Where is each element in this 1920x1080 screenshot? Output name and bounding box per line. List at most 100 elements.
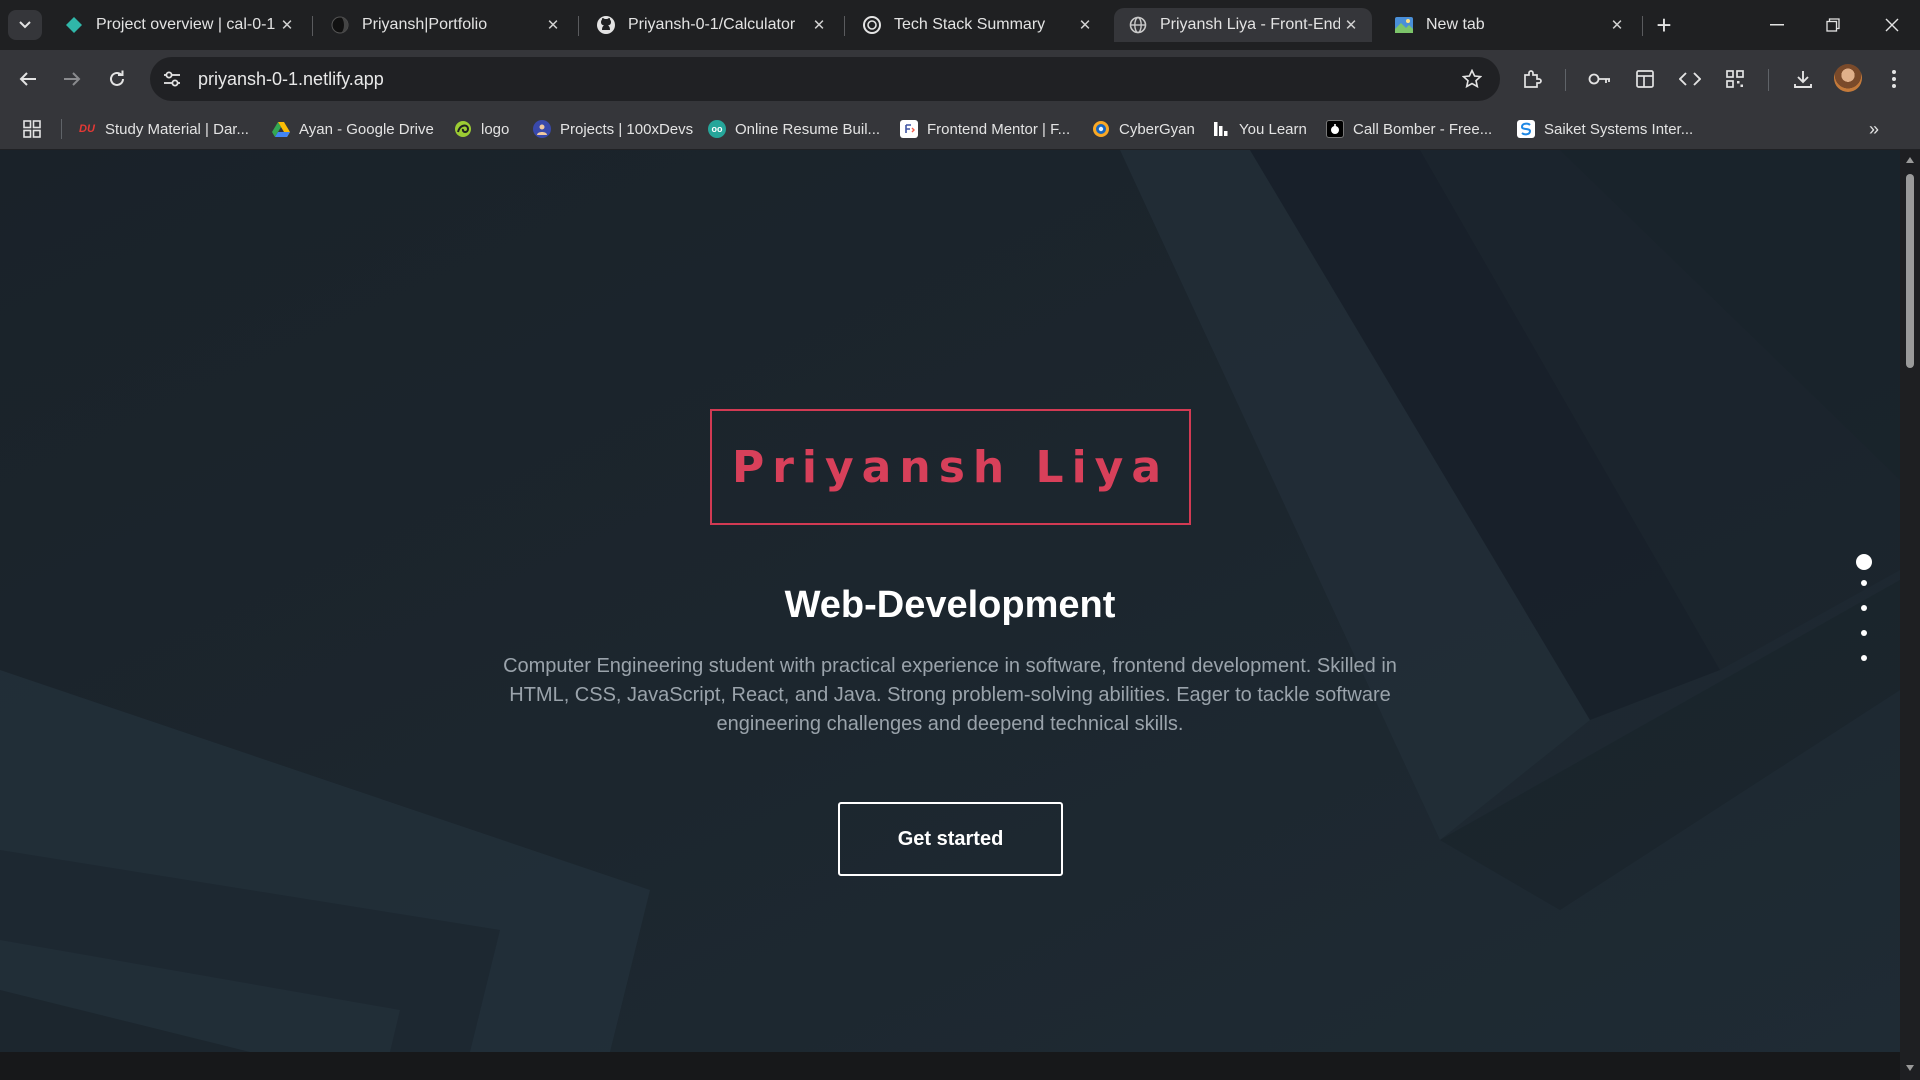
bookmarks-divider: [61, 119, 62, 139]
dark-circle-icon: [330, 15, 350, 35]
tab-new-tab[interactable]: New tab ✕: [1380, 8, 1638, 42]
new-tab-button[interactable]: +: [1650, 10, 1678, 40]
call-bomber-icon: [1326, 120, 1344, 138]
tab-title: Priyansh Liya - Front-End &: [1160, 16, 1340, 33]
tab-title: Priyansh|Portfolio: [362, 16, 488, 33]
openai-icon: [862, 15, 882, 35]
extensions-icon[interactable]: [1516, 63, 1548, 95]
tab-divider: [1642, 16, 1643, 36]
minimize-icon: [1770, 24, 1784, 26]
close-tab-icon[interactable]: ✕: [542, 14, 564, 36]
restore-button[interactable]: [1805, 0, 1861, 50]
you-learn-icon: [1212, 120, 1230, 138]
frontend-mentor-icon: [900, 120, 918, 138]
netlify-diamond-icon: [64, 15, 84, 35]
bookmark-label: Ayan - Google Drive: [299, 120, 434, 138]
du-icon: DU: [79, 123, 95, 135]
site-info-icon[interactable]: [154, 61, 190, 97]
hero-name-frame: Priyansh Liya: [710, 409, 1191, 525]
bookmark-study-material[interactable]: DU Study Material | Dar...: [78, 114, 249, 144]
arrow-right-icon: [64, 72, 81, 86]
arrow-left-icon: [19, 72, 36, 86]
hero-role-heading: Web-Development: [784, 584, 1116, 626]
bookmark-frontend-mentor[interactable]: Frontend Mentor | F...: [900, 114, 1070, 144]
minimize-button[interactable]: [1749, 0, 1805, 50]
get-started-button[interactable]: Get started: [838, 802, 1063, 876]
scroll-up-arrow-icon[interactable]: [1904, 154, 1916, 166]
tab-title: Priyansh-0-1/Calculator: [628, 16, 796, 33]
back-button[interactable]: [12, 63, 44, 95]
bookmark-label: Call Bomber - Free...: [1353, 120, 1493, 138]
bookmark-logo[interactable]: logo: [454, 114, 509, 144]
bookmark-label: Saiket Systems Inter...: [1544, 120, 1694, 138]
code-icon[interactable]: [1674, 63, 1706, 95]
forward-button[interactable]: [56, 63, 88, 95]
download-icon[interactable]: [1787, 63, 1819, 95]
section-dot-5[interactable]: [1861, 655, 1867, 661]
bookmark-call-bomber[interactable]: Call Bomber - Free...: [1326, 114, 1492, 144]
tab-portfolio[interactable]: Priyansh|Portfolio ✕: [316, 8, 574, 42]
bookmark-star-icon[interactable]: [1454, 61, 1490, 97]
restore-icon: [1826, 18, 1840, 32]
address-bar[interactable]: priyansh-0-1.netlify.app: [150, 57, 1500, 101]
bookmark-google-drive[interactable]: Ayan - Google Drive: [272, 114, 434, 144]
section-dot-3[interactable]: [1861, 605, 1867, 611]
close-tab-icon[interactable]: ✕: [1074, 14, 1096, 36]
browser-toolbar: priyansh-0-1.netlify.app: [0, 50, 1920, 108]
saiket-icon: [1517, 120, 1535, 138]
bookmark-100xdevs[interactable]: Projects | 100xDevs: [533, 114, 693, 144]
password-key-icon[interactable]: [1584, 63, 1616, 95]
close-tab-icon[interactable]: ✕: [1606, 14, 1628, 36]
section-dot-1[interactable]: [1856, 554, 1872, 570]
close-icon: [1885, 18, 1899, 32]
bookmark-you-learn[interactable]: You Learn: [1212, 114, 1307, 144]
tab-project-overview[interactable]: Project overview | cal-0-1 | ✕: [50, 8, 308, 42]
profile-avatar[interactable]: [1834, 64, 1862, 92]
scrollbar-thumb[interactable]: [1906, 174, 1914, 368]
github-icon: [596, 15, 616, 35]
globe-icon: [1128, 15, 1148, 35]
bookmark-label: Study Material | Dar...: [105, 120, 249, 138]
page-viewport: Priyansh Liya Web-Development Computer E…: [0, 150, 1900, 1052]
tab-priyansh-liya[interactable]: Priyansh Liya - Front-End & ✕: [1114, 8, 1372, 42]
bookmark-label: Frontend Mentor | F...: [927, 120, 1071, 138]
google-drive-icon: [272, 120, 290, 138]
section-dot-2[interactable]: [1861, 580, 1867, 586]
bookmark-cybergyan[interactable]: CyberGyan: [1092, 114, 1195, 144]
bookmark-label: Online Resume Buil...: [735, 120, 881, 138]
scroll-down-arrow-icon[interactable]: [1904, 1062, 1916, 1074]
vertical-scrollbar[interactable]: [1900, 150, 1920, 1080]
reading-mode-icon[interactable]: [1629, 63, 1661, 95]
tab-title: Project overview | cal-0-1 |: [96, 16, 276, 33]
close-tab-icon[interactable]: ✕: [1340, 14, 1362, 36]
chrome-newtab-icon: [1394, 15, 1414, 35]
tab-divider: [578, 16, 579, 36]
bookmark-label: CyberGyan: [1119, 120, 1195, 138]
section-dot-4[interactable]: [1861, 630, 1867, 636]
bookmarks-overflow-icon[interactable]: »: [1862, 117, 1886, 141]
bookmark-label: logo: [481, 120, 510, 138]
qr-code-icon[interactable]: [1719, 63, 1751, 95]
chevron-down-icon: [19, 21, 31, 29]
close-tab-icon[interactable]: ✕: [808, 14, 830, 36]
toolbar-divider: [1768, 69, 1769, 91]
close-window-button[interactable]: [1864, 0, 1920, 50]
tab-title: Tech Stack Summary: [894, 16, 1046, 33]
apps-grid-icon[interactable]: [20, 117, 44, 141]
tab-search-button[interactable]: [8, 10, 42, 40]
toolbar-divider: [1565, 69, 1566, 91]
bookmark-saiket-systems[interactable]: Saiket Systems Inter...: [1517, 114, 1693, 144]
more-menu-icon[interactable]: [1878, 63, 1910, 95]
reload-button[interactable]: [101, 63, 133, 95]
close-tab-icon[interactable]: ✕: [276, 14, 298, 36]
reload-icon: [110, 70, 124, 86]
hero-name: Priyansh Liya: [731, 441, 1170, 493]
cybergyan-icon: [1092, 120, 1110, 138]
tab-divider: [312, 16, 313, 36]
logo-swirl-icon: [454, 120, 472, 138]
tab-divider: [844, 16, 845, 36]
bookmark-resume-builder[interactable]: oo Online Resume Buil...: [708, 114, 880, 144]
bookmark-label: Projects | 100xDevs: [560, 120, 694, 138]
tab-tech-stack[interactable]: Tech Stack Summary ✕: [848, 8, 1106, 42]
tab-github-calculator[interactable]: Priyansh-0-1/Calculator ✕: [582, 8, 840, 42]
